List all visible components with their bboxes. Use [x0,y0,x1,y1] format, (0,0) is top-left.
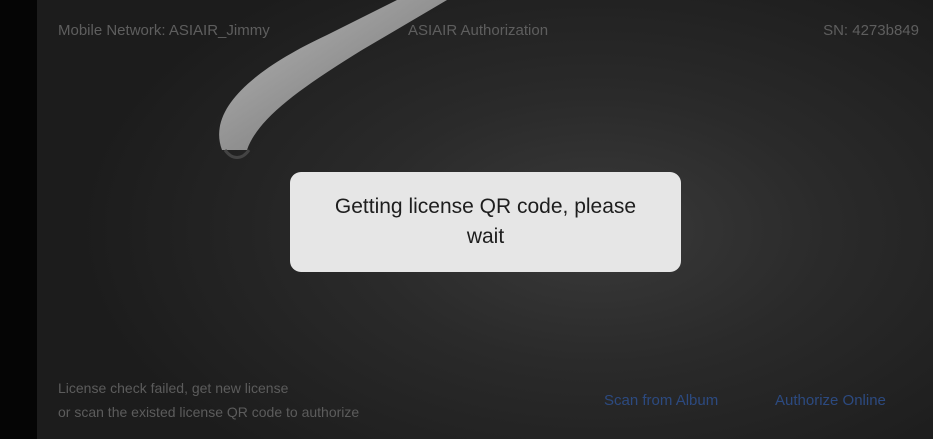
authorize-online-button[interactable]: Authorize Online [775,392,886,409]
scan-from-album-button[interactable]: Scan from Album [604,392,718,409]
authorization-screen: Mobile Network: ASIAIR_Jimmy ASIAIR Auth… [0,0,933,439]
loading-toast: Getting license QR code, please wait [290,172,681,272]
left-edge-bar [0,0,37,439]
license-status-message: License check failed, get new license or… [58,376,359,424]
license-message-line-1: License check failed, get new license [58,380,289,396]
license-message-line-2: or scan the existed license QR code to a… [58,404,360,420]
toast-message: Getting license QR code, please wait [334,195,637,248]
